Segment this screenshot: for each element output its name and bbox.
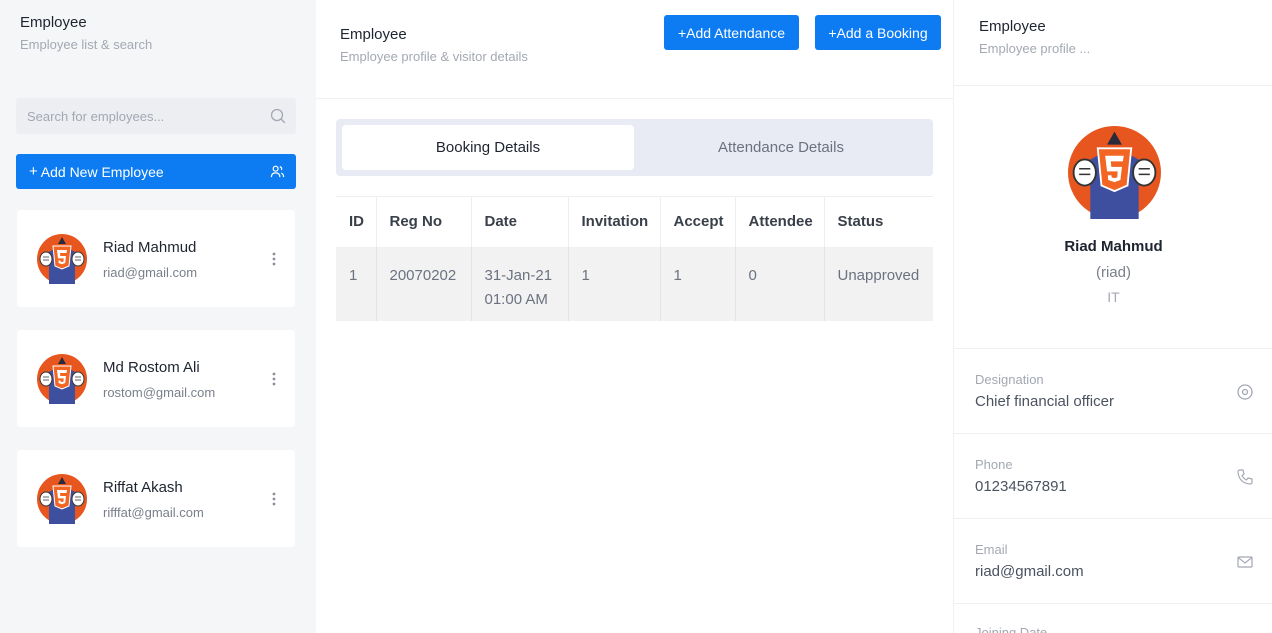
plus-icon: + — [828, 24, 837, 41]
employee-profile-panel: Employee Employee profile ... Riad Mahmu… — [953, 0, 1272, 633]
cell-attendee: 0 — [735, 246, 825, 321]
avatar — [37, 474, 87, 524]
date-value: 31-Jan-21 — [484, 266, 553, 284]
plus-icon: + — [677, 24, 687, 41]
column-header[interactable]: Invitation — [568, 196, 661, 247]
search-box — [16, 98, 296, 134]
column-header[interactable]: ID — [336, 196, 377, 247]
email-label: Email — [975, 542, 1008, 557]
employee-email: rostom@gmail.com — [103, 385, 216, 400]
divider — [954, 603, 1272, 604]
profile-department: IT — [1107, 289, 1120, 305]
email-value: riad@gmail.com — [975, 563, 1084, 580]
mail-icon — [1237, 556, 1253, 568]
employee-email: rifffat@gmail.com — [103, 505, 204, 520]
profile-name: Riad Mahmud — [1064, 238, 1163, 255]
employee-name: Riffat Akash — [103, 479, 183, 496]
divider — [954, 85, 1272, 86]
divider — [954, 433, 1272, 434]
add-new-employee-button[interactable]: + Add New Employee — [16, 154, 296, 189]
target-icon — [1237, 384, 1253, 400]
booking-table: ID Reg No Date Invitation Accept Attende… — [336, 196, 933, 321]
column-header[interactable]: Reg No — [376, 196, 472, 247]
avatar — [37, 354, 87, 404]
employee-email: riad@gmail.com — [103, 265, 198, 280]
tab-booking-details[interactable]: Booking Details — [342, 125, 634, 170]
add-new-employee-label: Add New Employee — [40, 163, 164, 180]
profile-avatar — [1068, 126, 1161, 219]
employee-name: Md Rostom Ali — [103, 359, 200, 376]
divider — [954, 518, 1272, 519]
designation-value: Chief financial officer — [975, 393, 1114, 410]
column-header[interactable]: Date — [471, 196, 569, 247]
column-header[interactable]: Accept — [660, 196, 736, 247]
middle-subtitle: Employee profile & visitor details — [340, 49, 528, 64]
middle-header-text: Employee Employee profile & visitor deta… — [340, 26, 528, 64]
search-input[interactable] — [16, 98, 256, 134]
phone-label: Phone — [975, 457, 1013, 472]
more-vertical-icon[interactable] — [267, 490, 281, 508]
cell-invitation: 1 — [568, 246, 661, 321]
phone-value: 01234567891 — [975, 478, 1067, 495]
cell-id: 1 — [336, 246, 377, 321]
right-header: Employee Employee profile ... — [979, 18, 1090, 56]
cell-status: Unapproved — [824, 246, 933, 321]
profile-username: (riad) — [1095, 264, 1131, 281]
cell-reg-no: 20070202 — [376, 246, 472, 321]
employee-card[interactable]: Riffat Akash rifffat@gmail.com — [17, 450, 295, 547]
table-header-row: ID Reg No Date Invitation Accept Attende… — [336, 196, 933, 247]
add-attendance-button[interactable]: + Add Attendance — [664, 15, 799, 50]
add-booking-button[interactable]: + Add a Booking — [815, 15, 941, 50]
more-vertical-icon[interactable] — [267, 250, 281, 268]
left-title: Employee — [20, 14, 87, 31]
users-icon — [270, 165, 285, 178]
more-vertical-icon[interactable] — [267, 370, 281, 388]
middle-title: Employee — [340, 26, 407, 43]
plus-icon: + — [29, 163, 38, 180]
tab-attendance-details[interactable]: Attendance Details — [635, 125, 927, 170]
add-booking-label: Add a Booking — [836, 24, 928, 41]
table-row[interactable]: 1 20070202 31-Jan-21 01:00 AM 1 1 0 Unap… — [336, 246, 933, 321]
employee-card[interactable]: Riad Mahmud riad@gmail.com — [17, 210, 295, 307]
avatar — [37, 234, 87, 284]
add-attendance-label: Add Attendance — [686, 24, 786, 41]
designation-label: Designation — [975, 372, 1044, 387]
column-header[interactable]: Status — [824, 196, 933, 247]
search-icon[interactable] — [270, 108, 286, 124]
right-subtitle: Employee profile ... — [979, 41, 1091, 56]
right-title: Employee — [979, 18, 1046, 35]
divider — [954, 348, 1272, 349]
cell-accept: 1 — [660, 246, 736, 321]
employee-card[interactable]: Md Rostom Ali rostom@gmail.com — [17, 330, 295, 427]
joining-date-label: Joining Date — [975, 625, 1048, 633]
time-value: 01:00 AM — [484, 290, 548, 308]
employee-list-panel: Employee Employee list & search + Add Ne… — [0, 0, 316, 633]
phone-icon — [1237, 469, 1253, 485]
left-subtitle: Employee list & search — [20, 37, 153, 52]
detail-tabs: Booking Details Attendance Details — [336, 119, 933, 176]
left-header: Employee Employee list & search — [20, 14, 152, 52]
cell-date: 31-Jan-21 01:00 AM — [471, 246, 569, 321]
column-header[interactable]: Attendee — [735, 196, 825, 247]
employee-name: Riad Mahmud — [103, 239, 197, 256]
